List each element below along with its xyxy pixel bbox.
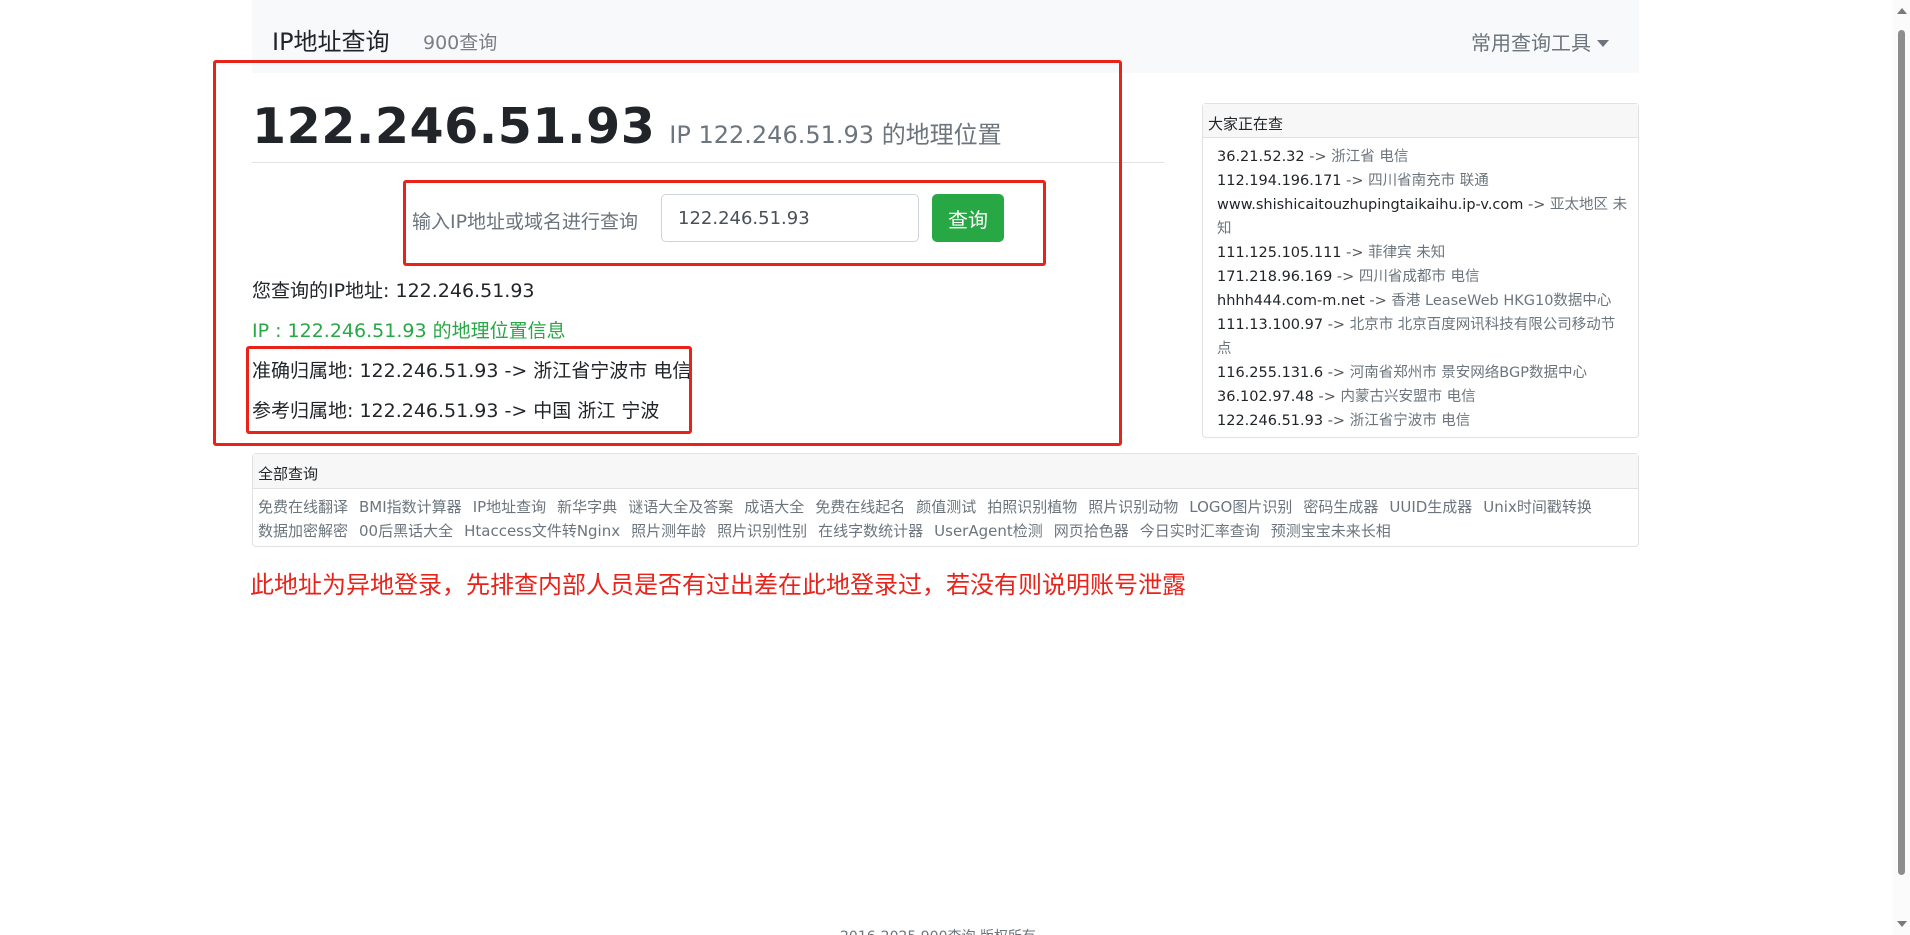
- recent-query-arrow: ->: [1323, 365, 1350, 381]
- recent-query-ip[interactable]: 36.21.52.32: [1217, 149, 1305, 165]
- recent-query-ip[interactable]: www.shishicaitouzhupingtaikaihu.ip-v.com: [1217, 197, 1523, 213]
- tool-link[interactable]: 照片识别性别: [717, 519, 807, 543]
- page: IP地址查询 900查询 常用查询工具 122.246.51.93 IP 122.…: [0, 0, 1910, 935]
- recent-query-location: 四川省成都市 电信: [1358, 269, 1480, 285]
- tool-link[interactable]: 数据加密解密: [258, 519, 348, 543]
- recent-query-arrow: ->: [1323, 317, 1350, 333]
- recent-queries-card: 大家正在查 36.21.52.32 -> 浙江省 电信 112.194.196.1…: [1202, 103, 1639, 438]
- tool-link[interactable]: UserAgent检测: [934, 519, 1043, 543]
- all-queries-title: 全部查询: [253, 454, 1638, 489]
- tool-link[interactable]: 密码生成器: [1303, 495, 1378, 519]
- vertical-scrollbar[interactable]: [1893, 0, 1910, 935]
- recent-query-arrow: ->: [1313, 389, 1341, 405]
- tool-link[interactable]: 成语大全: [744, 495, 804, 519]
- recent-query-ip[interactable]: 116.255.131.6: [1217, 365, 1323, 381]
- tool-link[interactable]: 网页拾色器: [1054, 519, 1129, 543]
- tool-link[interactable]: 预测宝宝未来长相: [1271, 519, 1391, 543]
- tool-link[interactable]: IP地址查询: [473, 495, 546, 519]
- tool-link[interactable]: 在线字数统计器: [818, 519, 923, 543]
- recent-query-arrow: ->: [1341, 173, 1369, 189]
- tool-link[interactable]: 照片测年龄: [631, 519, 706, 543]
- recent-query-arrow: ->: [1323, 413, 1350, 429]
- recent-query-item[interactable]: 36.21.52.32 -> 浙江省 电信: [1217, 145, 1628, 169]
- recent-query-item[interactable]: hhhh444.com-m.net -> 香港 LeaseWeb HKG10数据…: [1217, 289, 1628, 313]
- tools-dropdown[interactable]: 常用查询工具: [1471, 27, 1609, 56]
- recent-query-item[interactable]: 36.102.97.48 -> 内蒙古兴安盟市 电信: [1217, 385, 1628, 409]
- recent-query-arrow: ->: [1523, 197, 1551, 213]
- scroll-up-icon[interactable]: [1897, 8, 1907, 14]
- all-queries-card: 全部查询 免费在线翻译 BMI指数计算器 IP地址查询 新华字典 谜语大全及答案 成语大全…: [252, 453, 1639, 547]
- recent-query-location: 香港 LeaseWeb HKG10数据中心: [1391, 293, 1612, 309]
- recent-query-arrow: ->: [1341, 245, 1369, 261]
- recent-query-arrow: ->: [1304, 149, 1332, 165]
- recent-query-ip[interactable]: 122.246.51.93: [1217, 413, 1323, 429]
- tool-link[interactable]: 谜语大全及答案: [628, 495, 733, 519]
- tool-link[interactable]: 免费在线起名: [815, 495, 905, 519]
- recent-query-item[interactable]: 116.255.131.6 -> 河南省郑州市 景安网络BGP数据中心: [1217, 361, 1628, 385]
- annotation-box-location: [246, 346, 692, 434]
- brand-link[interactable]: IP地址查询: [272, 22, 390, 57]
- recent-query-ip[interactable]: hhhh444.com-m.net: [1217, 293, 1365, 309]
- recent-query-location: 浙江省宁波市 电信: [1349, 413, 1471, 429]
- tool-link[interactable]: BMI指数计算器: [359, 495, 462, 519]
- recent-query-item[interactable]: 111.125.105.111 -> 菲律宾 未知: [1217, 241, 1628, 265]
- footer-copyright: 2016-2025 900查询 版权所有: [840, 926, 1036, 935]
- scroll-down-icon[interactable]: [1897, 921, 1907, 927]
- recent-query-item[interactable]: 111.13.100.97 -> 北京市 北京百度网讯科技有限公司移动节点: [1217, 313, 1628, 361]
- recent-query-ip[interactable]: 171.218.96.169: [1217, 269, 1332, 285]
- tool-links: 免费在线翻译 BMI指数计算器 IP地址查询 新华字典 谜语大全及答案 成语大全 免费在线起…: [253, 489, 1638, 543]
- tool-link[interactable]: 颜值测试: [916, 495, 976, 519]
- recent-query-location: 四川省南充市 联通: [1368, 173, 1489, 189]
- tool-link[interactable]: LOGO图片识别: [1189, 495, 1292, 519]
- recent-query-location: 菲律宾 未知: [1368, 245, 1446, 261]
- tool-link[interactable]: Htaccess文件转Nginx: [464, 519, 620, 543]
- recent-query-item[interactable]: www.shishicaitouzhupingtaikaihu.ip-v.com…: [1217, 193, 1628, 241]
- tool-link[interactable]: 照片识别动物: [1088, 495, 1178, 519]
- tool-link[interactable]: 新华字典: [557, 495, 617, 519]
- scroll-thumb[interactable]: [1898, 30, 1905, 875]
- caret-down-icon: [1597, 40, 1609, 47]
- tool-link[interactable]: 00后黑话大全: [359, 519, 453, 543]
- recent-query-ip[interactable]: 112.194.196.171: [1217, 173, 1342, 189]
- recent-queries-title: 大家正在查: [1203, 104, 1638, 138]
- recent-query-location: 浙江省 电信: [1331, 149, 1409, 165]
- nav-link-900[interactable]: 900查询: [423, 28, 497, 55]
- tool-link[interactable]: 免费在线翻译: [258, 495, 348, 519]
- tool-link[interactable]: Unix时间戳转换: [1483, 495, 1592, 519]
- tool-link[interactable]: UUID生成器: [1389, 495, 1472, 519]
- recent-query-location: 河南省郑州市 景安网络BGP数据中心: [1349, 365, 1587, 381]
- annotation-note: 此地址为异地登录，先排查内部人员是否有过出差在此地登录过，若没有则说明账号泄露: [250, 571, 1186, 599]
- recent-query-location: 内蒙古兴安盟市 电信: [1340, 389, 1476, 405]
- tool-link[interactable]: 拍照识别植物: [987, 495, 1077, 519]
- recent-query-ip[interactable]: 36.102.97.48: [1217, 389, 1314, 405]
- annotation-box-query: [403, 180, 1046, 266]
- recent-query-item[interactable]: 171.218.96.169 -> 四川省成都市 电信: [1217, 265, 1628, 289]
- tool-link[interactable]: 今日实时汇率查询: [1140, 519, 1260, 543]
- recent-query-item[interactable]: 112.194.196.171 -> 四川省南充市 联通: [1217, 169, 1628, 193]
- tools-dropdown-label: 常用查询工具: [1471, 31, 1591, 55]
- recent-query-arrow: ->: [1332, 269, 1359, 285]
- recent-queries-list: 36.21.52.32 -> 浙江省 电信 112.194.196.171 -> …: [1203, 138, 1638, 433]
- recent-query-ip[interactable]: 111.13.100.97: [1217, 317, 1323, 333]
- recent-query-arrow: ->: [1364, 293, 1392, 309]
- recent-query-ip[interactable]: 111.125.105.111: [1217, 245, 1342, 261]
- recent-query-item[interactable]: 122.246.51.93 -> 浙江省宁波市 电信: [1217, 409, 1628, 433]
